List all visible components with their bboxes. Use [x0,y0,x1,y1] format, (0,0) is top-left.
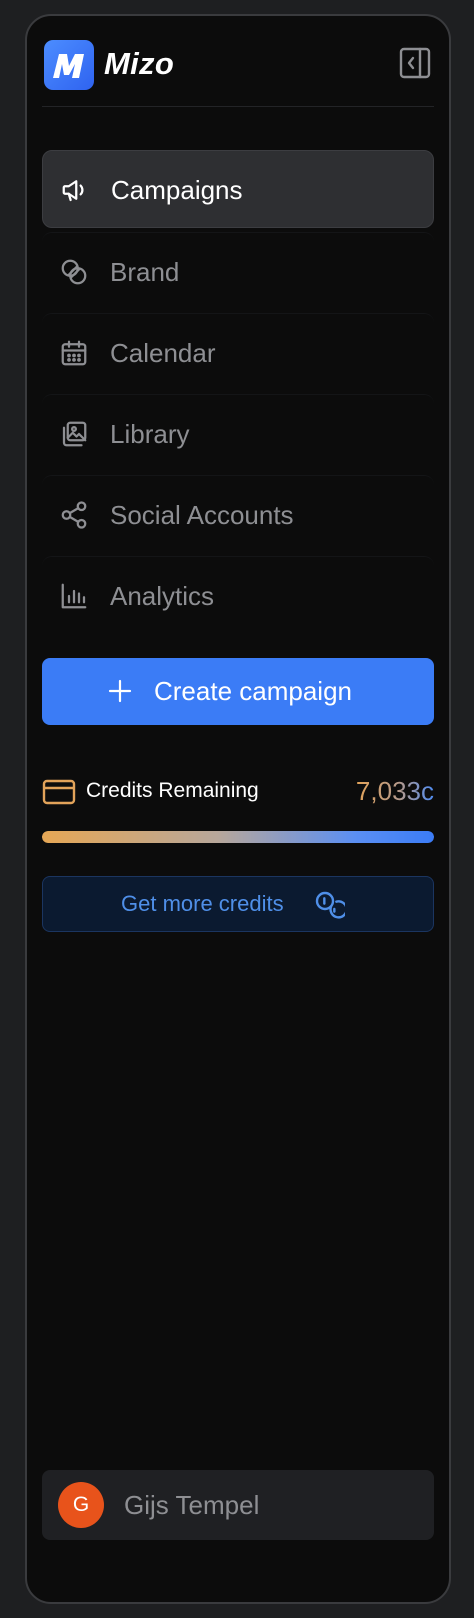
share-icon [59,500,89,530]
create-campaign-button[interactable]: Create campaign [42,658,434,725]
credits-value: 7,033c [355,776,434,806]
plus-icon [108,679,132,703]
credits-summary: Credits Remaining 7,033c [42,776,434,810]
sidebar-item-label: Brand [110,257,180,287]
sidebar-item-brand[interactable]: Brand [42,232,434,310]
sidebar-item-calendar[interactable]: Calendar [42,313,434,391]
sidebar-item-label: Analytics [110,581,215,611]
bar-chart-icon [59,581,89,611]
user-name: Gijs Tempel [124,1490,260,1520]
sidebar-item-label: Campaigns [111,175,243,205]
get-more-credits-label: Get more credits [121,891,284,916]
create-campaign-label: Create campaign [154,676,352,706]
brand-name: Mizo [104,46,175,81]
sidebar-item-label: Social Accounts [110,500,294,530]
avatar: G [58,1482,104,1528]
sidebar-item-label: Library [110,419,190,449]
logo-icon [44,40,94,90]
credits-progress-fill [42,831,434,843]
calendar-icon [59,338,89,368]
get-more-credits-button[interactable]: Get more credits [42,876,434,932]
sidebar-collapse-icon[interactable] [398,46,432,80]
sidebar: Mizo Campaigns Brand Calendar Library So… [25,14,451,1604]
sidebar-item-analytics[interactable]: Analytics [42,556,434,634]
sidebar-nav: Campaigns Brand Calendar Library Social … [42,150,434,637]
credits-progress-bar [42,831,434,843]
coins-icon [313,889,348,921]
sidebar-item-campaigns[interactable]: Campaigns [42,150,434,228]
credits-label: Credits Remaining [86,779,259,802]
megaphone-icon [60,175,90,205]
sidebar-item-social-accounts[interactable]: Social Accounts [42,475,434,553]
credit-card-icon [42,778,76,806]
sidebar-header: Mizo [42,40,434,107]
overlapping-circles-icon [59,257,89,287]
sidebar-item-label: Calendar [110,338,216,368]
sidebar-item-library[interactable]: Library [42,394,434,472]
image-stack-icon [59,419,89,449]
user-profile-button[interactable]: G Gijs Tempel [42,1470,434,1540]
